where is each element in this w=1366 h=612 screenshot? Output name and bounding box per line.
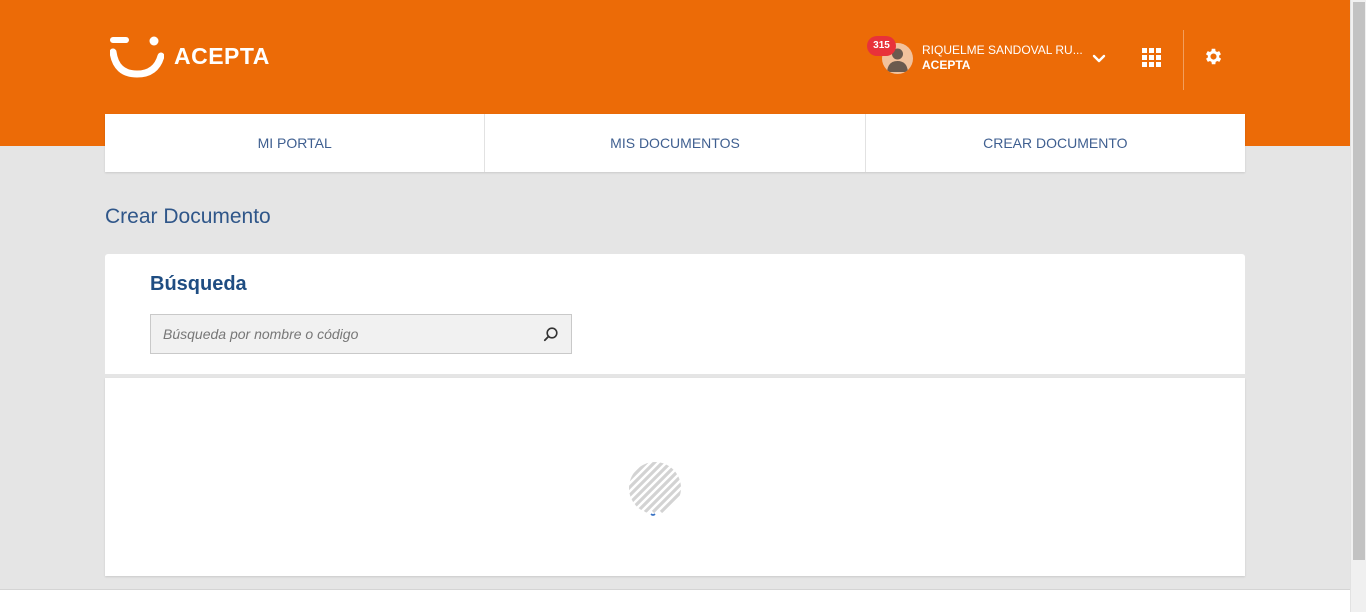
chevron-down-icon[interactable] [1092, 52, 1106, 66]
search-title: Búsqueda [150, 273, 247, 295]
nav-item-mis-documentos[interactable]: MIS DOCUMENTOS [485, 114, 866, 172]
logo-smile-icon [110, 36, 164, 78]
scrollbar-thumb[interactable] [1353, 2, 1365, 560]
results-panel [105, 378, 1245, 576]
footer-strip [0, 589, 1350, 612]
user-menu[interactable]: 315 RIQUELME SANDOVAL RU... ACEPTA [866, 36, 1116, 80]
search-card: Búsqueda [105, 254, 1245, 374]
notification-badge[interactable]: 315 [867, 36, 896, 56]
search-box [150, 314, 572, 354]
apps-grid-icon[interactable] [1142, 48, 1161, 67]
search-input[interactable] [151, 315, 571, 353]
nav-item-mi-portal[interactable]: MI PORTAL [105, 114, 486, 172]
user-org: ACEPTA [922, 58, 971, 72]
nav-item-crear-documento[interactable]: CREAR DOCUMENTO [866, 114, 1245, 172]
logo[interactable]: ACEPTA [110, 34, 270, 78]
main-nav: MI PORTAL MIS DOCUMENTOS CREAR DOCUMENTO [105, 114, 1245, 172]
page-title: Crear Documento [105, 205, 271, 228]
vertical-scrollbar[interactable] [1350, 0, 1366, 612]
gear-icon[interactable] [1203, 46, 1224, 67]
loading-spinner-icon [629, 462, 681, 516]
user-name: RIQUELME SANDOVAL RU... [922, 43, 1083, 57]
search-icon[interactable] [543, 326, 559, 342]
header-divider [1183, 30, 1184, 90]
brand-name: ACEPTA [174, 42, 270, 69]
